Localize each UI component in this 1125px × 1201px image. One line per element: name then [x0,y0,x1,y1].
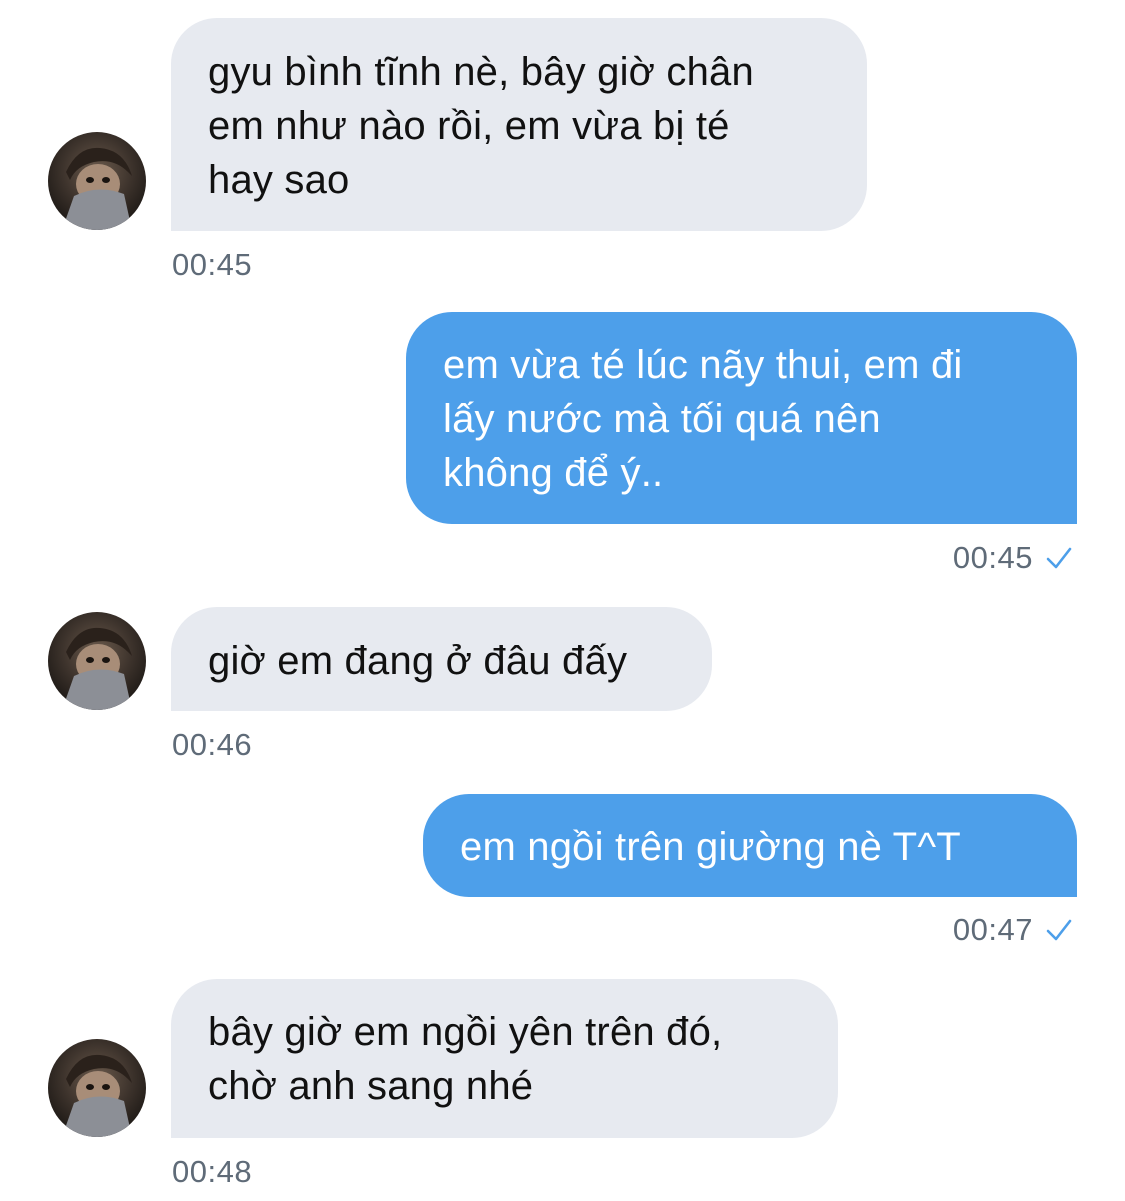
message-timestamp: 00:48 [172,1154,253,1189]
message-text: giờ em đang ở đâu đấy [208,639,628,683]
checkmark-icon [1046,547,1072,569]
contact-avatar[interactable] [48,1039,146,1137]
outgoing-message-bubble[interactable]: em ngồi trên giường nè T^T [423,794,1077,897]
incoming-message-bubble[interactable]: gyu bình tĩnh nè, bây giờ chân em như nà… [171,18,867,231]
message-timestamp: 00:45 [952,540,1033,575]
message-timestamp: 00:45 [172,247,253,282]
contact-avatar[interactable] [48,132,146,230]
outgoing-message-bubble[interactable]: em vừa té lúc nãy thui, em đi lấy nước m… [406,312,1077,524]
incoming-message-bubble[interactable]: giờ em đang ở đâu đấy [171,607,712,711]
contact-avatar[interactable] [48,612,146,710]
avatar-photo [62,1054,132,1137]
message-text: bây giờ em ngồi yên trên đó, chờ anh san… [208,1010,723,1108]
message-timestamp-row: 00:45 [953,540,1073,576]
message-text: em ngồi trên giường nè T^T [460,825,961,869]
avatar-photo [62,627,132,710]
message-timestamp: 00:47 [952,912,1033,947]
message-timestamp: 00:46 [172,727,253,762]
checkmark-icon [1046,919,1072,941]
message-text: em vừa té lúc nãy thui, em đi lấy nước m… [443,343,963,495]
message-text: gyu bình tĩnh nè, bây giờ chân em như nà… [208,50,754,202]
avatar-photo [62,147,132,230]
message-timestamp-row: 00:47 [953,912,1073,948]
incoming-message-bubble[interactable]: bây giờ em ngồi yên trên đó, chờ anh san… [171,979,838,1138]
